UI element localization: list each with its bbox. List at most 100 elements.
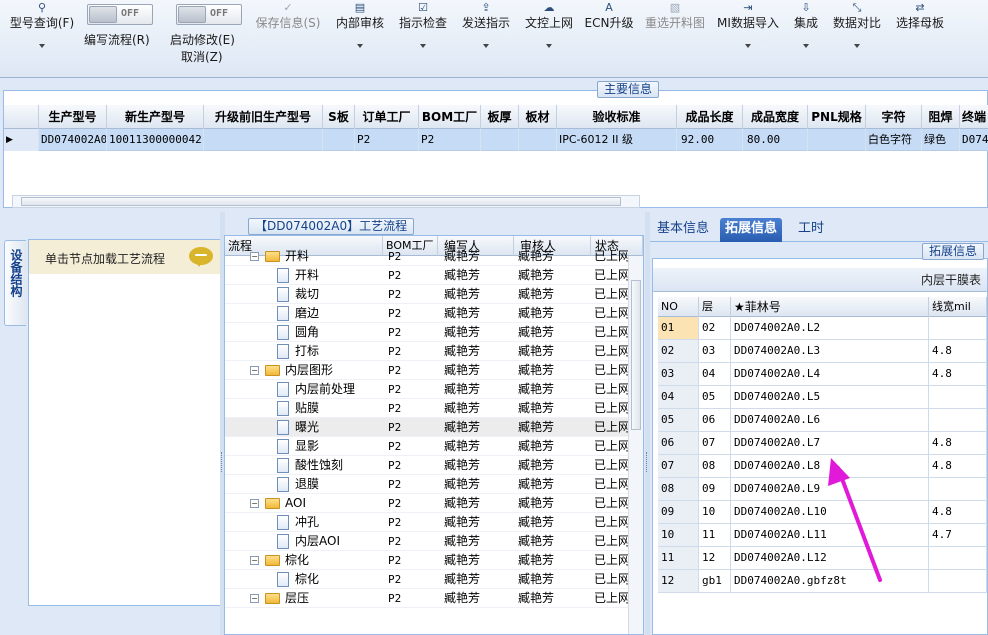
tab-extended-info[interactable]: 拓展信息 [720,218,783,242]
table-row[interactable]: 02 03 DD074002A0.L3 4.8 [658,340,987,363]
enable-edit-toggle[interactable]: OFF [176,4,242,25]
cancel-button[interactable]: 取消(Z) [181,48,223,65]
table-row[interactable]: 06 07 DD074002A0.L7 4.8 [658,432,987,455]
right-splitter[interactable] [645,212,650,635]
cell[interactable]: P2 [355,129,419,151]
film-film-cell[interactable]: DD074002A0.L12 [731,547,929,569]
film-no-cell[interactable]: 11 [658,547,699,569]
film-width-cell[interactable]: 4.8 [929,363,987,385]
cell[interactable]: 92.00 [677,129,743,151]
col-header[interactable]: 成品长度 [677,105,743,129]
col-header[interactable]: 升级前旧生产型号 [204,105,323,129]
cell[interactable]: DD074002A0 [39,129,107,151]
film-no-cell[interactable]: 10 [658,524,699,546]
film-film-cell[interactable]: DD074002A0.L10 [731,501,929,523]
film-layer-cell[interactable]: 03 [699,340,731,362]
cell[interactable]: P2 [419,129,481,151]
film-film-cell[interactable]: DD074002A0.L3 [731,340,929,362]
cell[interactable]: 10011300000042 [107,129,204,151]
film-layer-cell[interactable]: 05 [699,386,731,408]
film-layer-cell[interactable]: 08 [699,455,731,477]
tree-node-step[interactable]: 裁切 P2 臧艳芳 臧艳芳 已上网 [225,285,628,304]
tree-node-step[interactable]: 磨边 P2 臧艳芳 臧艳芳 已上网 [225,304,628,323]
vertical-scrollbar[interactable] [628,256,643,634]
collapse-toggle-icon[interactable]: − [250,556,259,565]
doc-online-button[interactable]: ☁ 文控上网 [522,0,576,48]
film-width-cell[interactable] [929,570,987,592]
cell[interactable]: D074 [960,129,988,151]
film-no-cell[interactable]: 02 [658,340,699,362]
cell[interactable] [204,129,323,151]
select-mother-board-button[interactable]: ⇄ 选择母板 [893,0,947,32]
film-no-cell[interactable]: 01 [658,317,699,339]
col-header[interactable]: BOM工厂 [419,105,481,129]
film-film-cell[interactable]: DD074002A0.L7 [731,432,929,454]
device-structure-tab[interactable]: 设备结构 [4,240,26,326]
internal-audit-button[interactable]: ▤ 内部审核 [334,0,386,48]
col-header[interactable]: 阻焊 [922,105,960,129]
tree-node-step[interactable]: 酸性蚀刻 P2 臧艳芳 臧艳芳 已上网 [225,456,628,475]
cell[interactable] [519,129,557,151]
collapse-toggle-icon[interactable]: − [250,252,259,261]
tree-node-step[interactable]: 圆角 P2 臧艳芳 臧艳芳 已上网 [225,323,628,342]
collapse-toggle-icon[interactable]: − [250,594,259,603]
tree-node-step[interactable]: 内层前处理 P2 臧艳芳 臧艳芳 已上网 [225,380,628,399]
film-layer-cell[interactable]: 02 [699,317,731,339]
film-film-cell[interactable]: DD074002A0.L11 [731,524,929,546]
film-no-cell[interactable]: 05 [658,409,699,431]
tree-node-step[interactable]: 冲孔 P2 臧艳芳 臧艳芳 已上网 [225,513,628,532]
col-header[interactable]: PNL规格 [808,105,866,129]
table-row[interactable]: 10 11 DD074002A0.L11 4.7 [658,524,987,547]
model-query-button[interactable]: ⚲ 型号查询(F) [6,0,78,48]
film-layer-cell[interactable]: gb1 [699,570,731,592]
mi-import-button[interactable]: ⇥ MI数据导入 [716,0,780,48]
cell[interactable] [481,129,519,151]
film-width-cell[interactable]: 4.8 [929,455,987,477]
tree-node-step[interactable]: 显影 P2 臧艳芳 臧艳芳 已上网 [225,437,628,456]
col-header[interactable]: 线宽mil [929,297,987,317]
tree-node-folder[interactable]: − 开料 P2 臧艳芳 臧艳芳 已上网 [225,247,628,266]
col-header[interactable]: 订单工厂 [355,105,419,129]
film-film-cell[interactable]: DD074002A0.L2 [731,317,929,339]
film-width-cell[interactable]: 4.8 [929,340,987,362]
tree-node-step[interactable]: 贴膜 P2 臧艳芳 臧艳芳 已上网 [225,399,628,418]
col-header[interactable]: 层 [699,297,731,317]
table-row[interactable]: ▶ DD074002A0 10011300000042 P2 P2 IPC-60… [4,129,988,151]
cell[interactable]: 白色字符 [866,129,922,151]
tree-node-step[interactable]: 打标 P2 臧艳芳 臧艳芳 已上网 [225,342,628,361]
col-header[interactable]: NO [658,297,699,317]
col-header[interactable]: S板 [323,105,355,129]
film-layer-cell[interactable]: 06 [699,409,731,431]
film-width-cell[interactable] [929,409,987,431]
table-row[interactable]: 07 08 DD074002A0.L8 4.8 [658,455,987,478]
tree-node-step[interactable]: 内层AOI P2 臧艳芳 臧艳芳 已上网 [225,532,628,551]
film-layer-cell[interactable]: 07 [699,432,731,454]
film-film-cell[interactable]: DD074002A0.gbfz8t [731,570,929,592]
table-row[interactable]: 11 12 DD074002A0.L12 [658,547,987,570]
instruction-check-button[interactable]: ☑ 指示检查 [397,0,449,48]
ecn-upgrade-button[interactable]: A ECN升级 [584,0,634,32]
send-instruction-button[interactable]: ⇪ 发送指示 [459,0,513,48]
film-no-cell[interactable]: 07 [658,455,699,477]
table-row[interactable]: 09 10 DD074002A0.L10 4.8 [658,501,987,524]
cell[interactable]: 80.00 [743,129,808,151]
integrate-button[interactable]: ⇩ 集成 [790,0,822,48]
write-flow-toggle[interactable]: OFF [87,4,153,25]
film-width-cell[interactable]: 4.8 [929,432,987,454]
film-no-cell[interactable]: 03 [658,363,699,385]
film-width-cell[interactable]: 4.7 [929,524,987,546]
film-layer-cell[interactable]: 11 [699,524,731,546]
film-film-cell[interactable]: DD074002A0.L6 [731,409,929,431]
save-info-button[interactable]: ✓ 保存信息(S) [252,0,324,32]
film-width-cell[interactable] [929,317,987,339]
film-width-cell[interactable] [929,547,987,569]
film-layer-cell[interactable]: 04 [699,363,731,385]
tree-node-folder[interactable]: − 棕化 P2 臧艳芳 臧艳芳 已上网 [225,551,628,570]
tree-node-step[interactable]: 退膜 P2 臧艳芳 臧艳芳 已上网 [225,475,628,494]
col-header[interactable]: 板材 [519,105,557,129]
tree-node-step[interactable]: 曝光 P2 臧艳芳 臧艳芳 已上网 [225,418,628,437]
film-film-cell[interactable]: DD074002A0.L8 [731,455,929,477]
film-layer-cell[interactable]: 10 [699,501,731,523]
table-row[interactable]: 12 gb1 DD074002A0.gbfz8t [658,570,987,593]
tree-node-step[interactable]: 棕化 P2 臧艳芳 臧艳芳 已上网 [225,570,628,589]
